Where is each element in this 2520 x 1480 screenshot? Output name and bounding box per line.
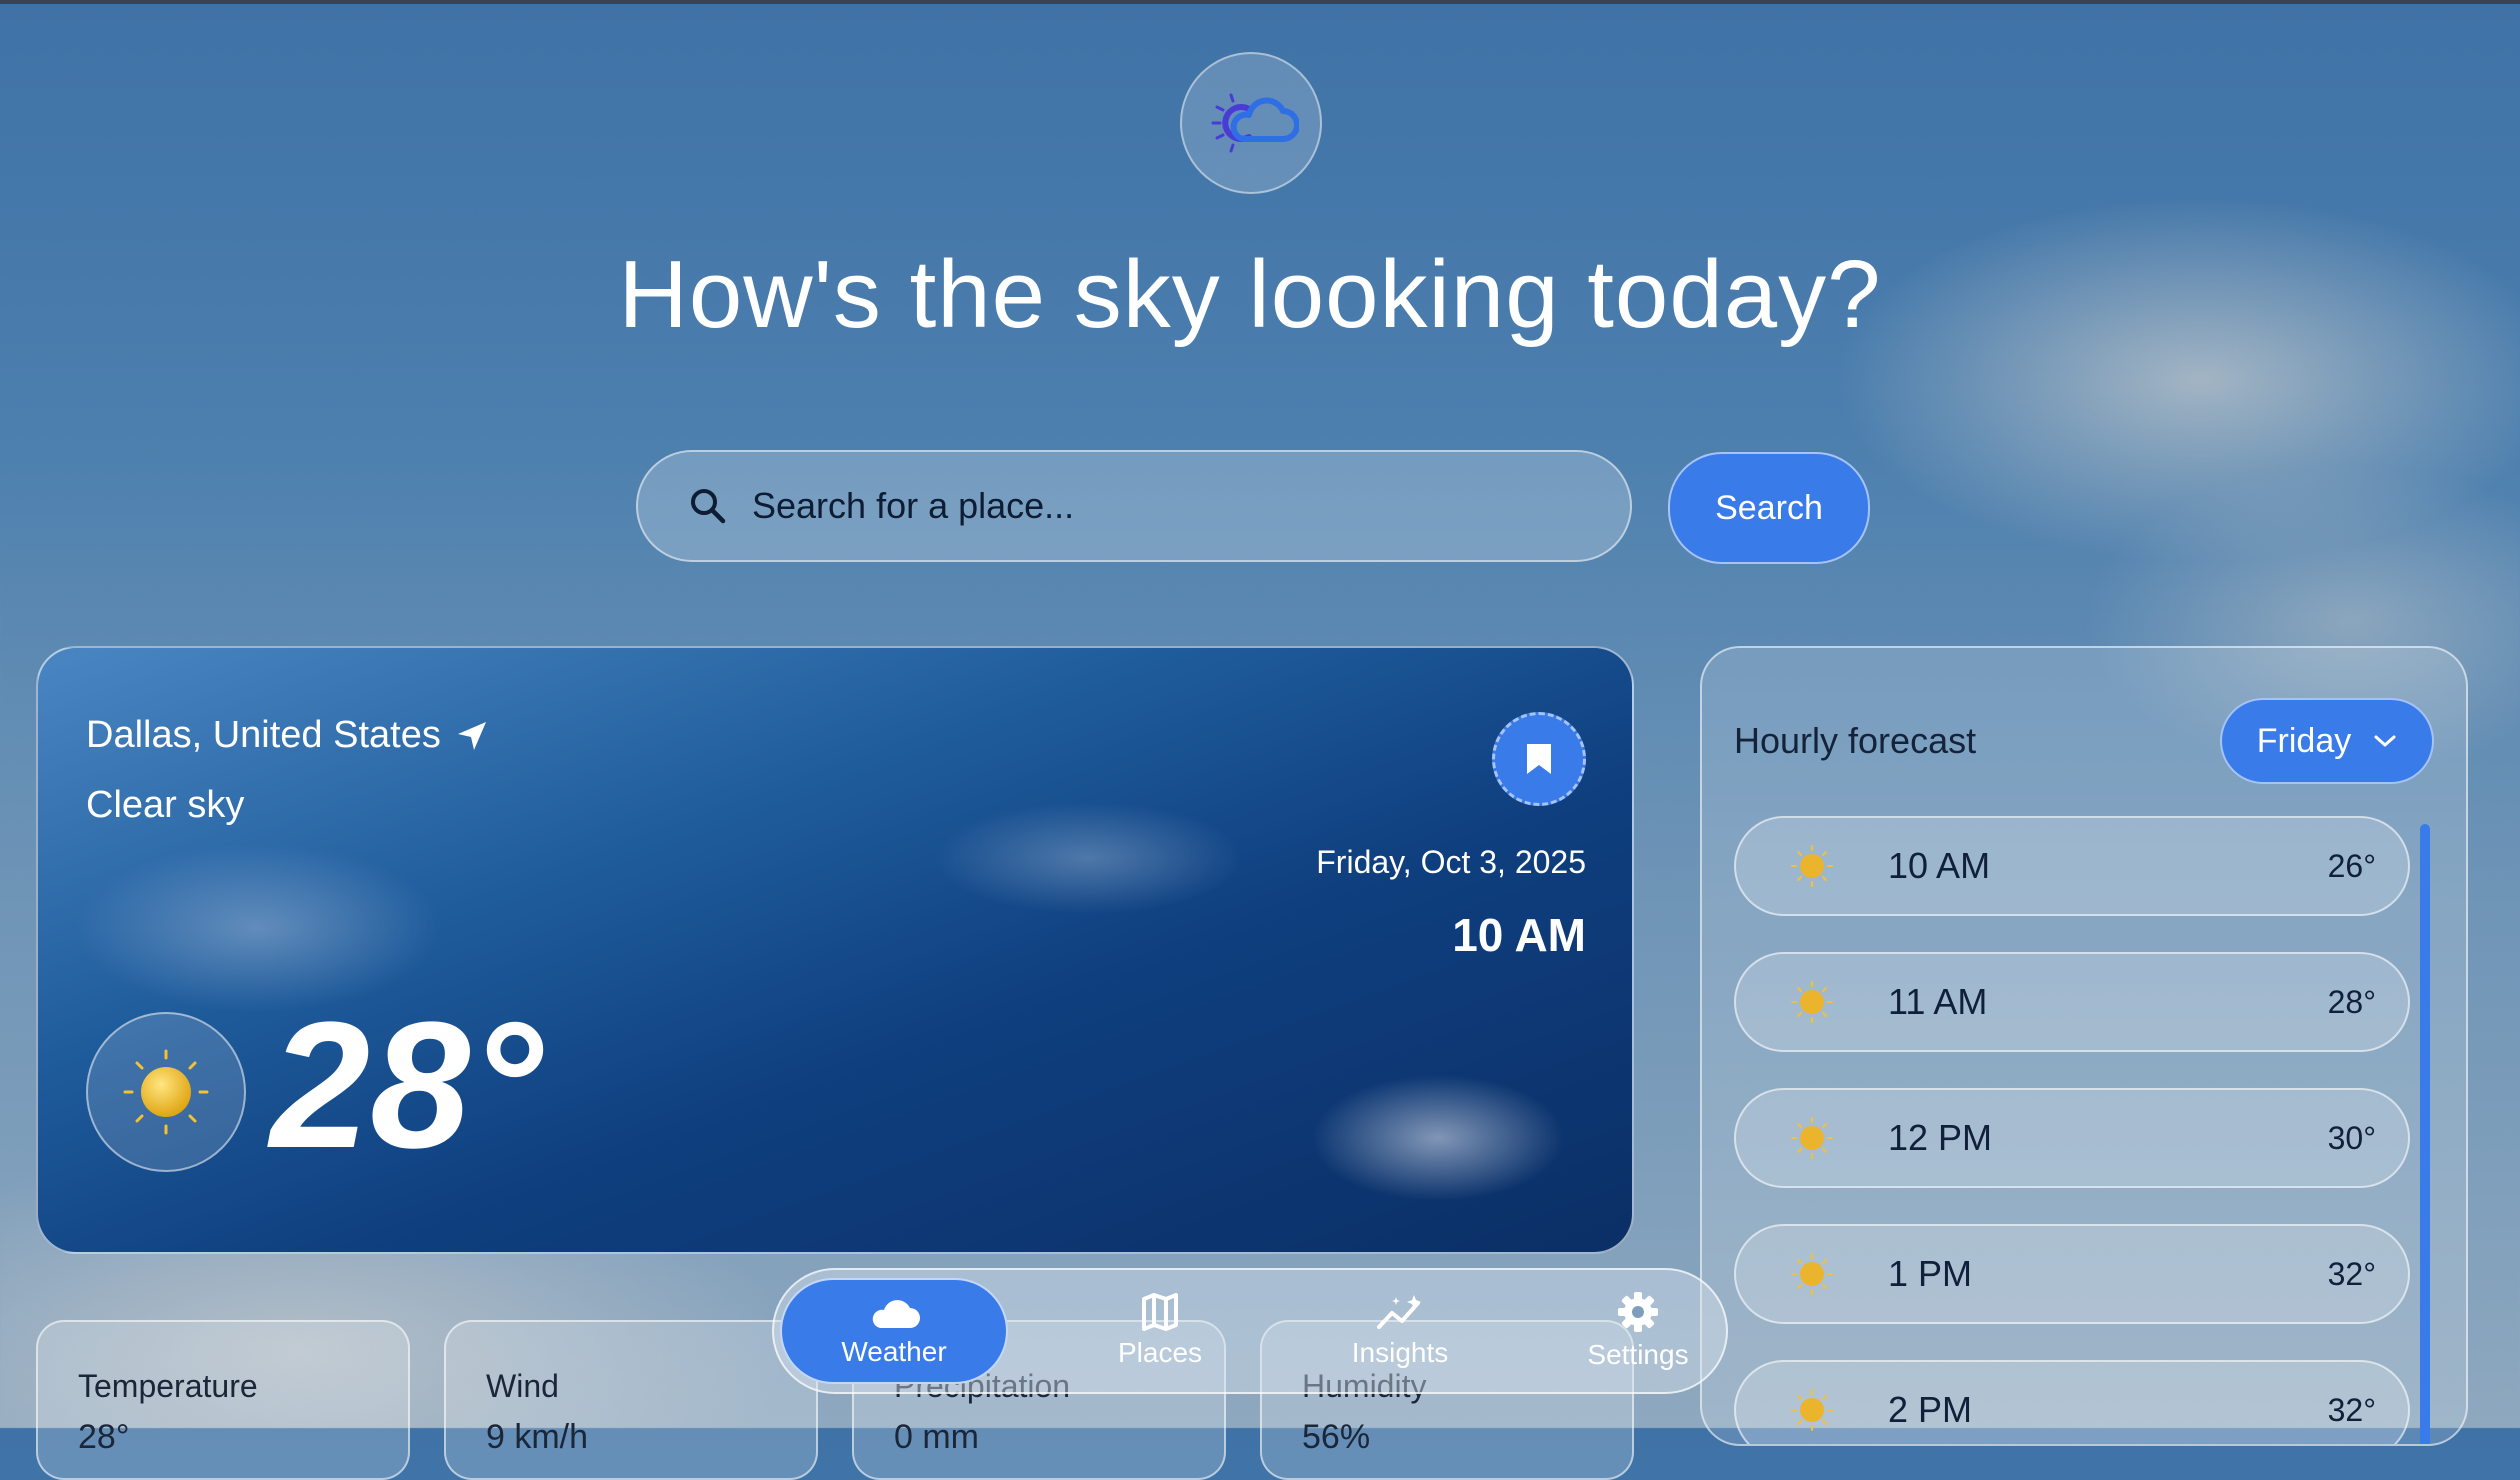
- hourly-row: 12 PM 30°: [1734, 1088, 2410, 1188]
- nav-label: Places: [1117, 1337, 1203, 1368]
- day-select-dropdown[interactable]: Friday: [2220, 698, 2434, 784]
- condition-icon-badge: [86, 1012, 246, 1172]
- hourly-time: 11 AM: [1888, 981, 1988, 1022]
- sun-icon: [1791, 981, 1833, 1023]
- window-top-border: [0, 0, 2520, 4]
- hourly-forecast-panel: Hourly forecast Friday 10 AM 26° 11 AM 2…: [1700, 646, 2468, 1446]
- current-weather-card: Dallas, United States Clear sky Friday, …: [36, 646, 1634, 1254]
- nav-label: Insights: [1351, 1337, 1449, 1368]
- nav-label: Settings: [1587, 1339, 1689, 1370]
- nav-item-settings[interactable]: Settings: [1524, 1278, 1752, 1384]
- sun-icon: [1791, 1117, 1833, 1159]
- hourly-row: 1 PM 32°: [1734, 1224, 2410, 1324]
- current-temperature: 28°: [270, 985, 543, 1186]
- nav-item-weather[interactable]: Weather: [780, 1278, 1008, 1384]
- day-select-value: Friday: [2256, 721, 2352, 760]
- page-headline: How's the sky looking today?: [618, 241, 1882, 348]
- stat-card-wind: Wind 9 km/h: [444, 1320, 818, 1480]
- search-input[interactable]: [750, 484, 1630, 528]
- chevron-down-icon: [2374, 735, 2396, 747]
- stat-card-temperature: Temperature 28°: [36, 1320, 410, 1480]
- hourly-temp: 26°: [2327, 847, 2376, 884]
- map-icon: [1142, 1293, 1178, 1331]
- sun-icon: [1791, 1253, 1833, 1295]
- sun-icon: [1791, 845, 1833, 887]
- cloud-icon: [872, 1300, 920, 1328]
- sun-icon: [123, 1049, 209, 1135]
- bookmark-button[interactable]: [1492, 712, 1586, 806]
- gear-icon: [1618, 1292, 1658, 1332]
- hourly-time: 1 PM: [1888, 1253, 1973, 1294]
- hourly-scrollbar[interactable]: [2420, 824, 2430, 1444]
- trend-sparkle-icon: [1377, 1295, 1421, 1329]
- location-arrow-icon: [457, 721, 486, 750]
- search-icon: [691, 489, 726, 524]
- stat-value: 28°: [78, 1418, 130, 1456]
- hourly-time: 2 PM: [1888, 1389, 1973, 1430]
- nav-label: Weather: [841, 1336, 947, 1367]
- hourly-row: 10 AM 26°: [1734, 816, 2410, 916]
- stat-label: Temperature: [78, 1368, 258, 1404]
- hourly-row: 11 AM 28°: [1734, 952, 2410, 1052]
- stat-value: 56%: [1302, 1418, 1371, 1456]
- hourly-temp: 28°: [2327, 983, 2376, 1020]
- location-row: Dallas, United States: [86, 714, 489, 757]
- nav-item-places[interactable]: Places: [1046, 1278, 1274, 1384]
- sun-icon: [1791, 1389, 1833, 1431]
- bookmark-icon: [1527, 744, 1551, 774]
- stat-value: 0 mm: [894, 1418, 979, 1456]
- search-bar[interactable]: [636, 450, 1632, 562]
- condition-text: Clear sky: [86, 784, 245, 826]
- stat-value: 9 km/h: [486, 1418, 589, 1456]
- hourly-temp: 32°: [2327, 1391, 2376, 1428]
- current-date: Friday, Oct 3, 2025: [1316, 844, 1586, 880]
- nav-item-insights[interactable]: Insights: [1286, 1278, 1514, 1384]
- hourly-forecast-title: Hourly forecast: [1734, 720, 1977, 761]
- app-logo: [1180, 52, 1322, 194]
- cloud-sun-logo-icon: [1211, 93, 1299, 153]
- location-name: Dallas, United States: [86, 714, 441, 756]
- hourly-time: 12 PM: [1888, 1117, 1993, 1158]
- hourly-temp: 30°: [2327, 1119, 2376, 1156]
- hourly-temp: 32°: [2327, 1255, 2376, 1292]
- current-time: 10 AM: [1452, 909, 1586, 961]
- stat-label: Wind: [486, 1368, 559, 1404]
- hourly-row: 2 PM 32°: [1734, 1360, 2410, 1444]
- search-button[interactable]: Search: [1668, 452, 1870, 564]
- hourly-time: 10 AM: [1888, 845, 1991, 886]
- bottom-navigation: Weather Places Insights Settings: [772, 1268, 1728, 1394]
